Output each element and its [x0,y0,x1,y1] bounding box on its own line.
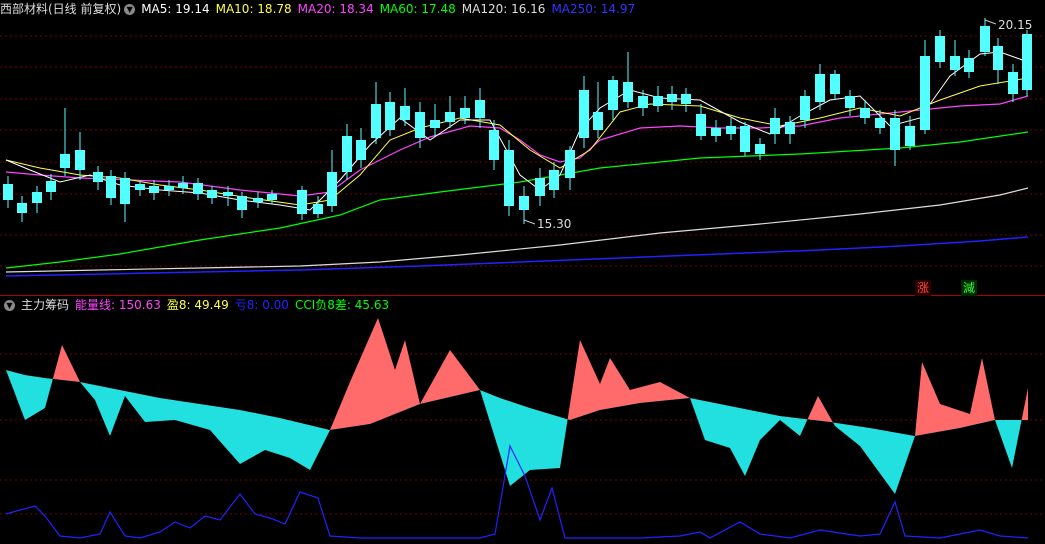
down-candle-body [135,184,145,190]
down-candle-body [593,112,603,130]
down-candle-body [905,126,915,146]
down-candle-body [385,102,395,130]
ma60-label: MA60: 17.48 [379,2,456,16]
down-candle-body [106,176,116,198]
down-candle-body [475,100,485,118]
price-panel-header: 西部材料(日线 前复权) ▼ MA5: 19.14 MA10: 18.78 MA… [0,0,641,18]
rise-tag[interactable]: 涨 [915,280,931,296]
down-candle-body [504,150,514,206]
ma250-label: MA250: 14.97 [551,2,636,16]
down-candle-body [815,74,825,102]
down-candle-body [46,181,56,192]
loss8-label: 亏8: 0.00 [234,298,289,312]
down-candle-body [623,82,633,102]
down-candle-body [223,192,233,196]
down-candle-body [60,154,70,168]
profit8-label: 盈8: 49.49 [166,298,229,312]
down-candle-body [755,144,765,154]
down-candle-body [1008,72,1018,94]
down-candle-body [327,172,337,206]
down-candle-body [579,90,589,138]
down-candle-body [549,170,559,190]
ma10-label: MA10: 18.78 [215,2,292,16]
low-price-label: 15.30 [537,217,571,231]
down-candle-body [681,94,691,104]
ma20-label: MA20: 18.34 [297,2,374,16]
down-candle-body [653,96,663,106]
down-candle-body [800,96,810,120]
down-candle-body [535,178,545,196]
down-candle-body [565,150,575,178]
down-candle-body [17,203,27,213]
stock-title[interactable]: 西部材料(日线 前复权) [0,0,121,18]
down-candle-body [920,56,930,130]
energy-line-label: 能量线: 150.63 [75,298,161,312]
down-candle-body [371,104,381,138]
down-candle-body [1022,34,1032,90]
down-candle-body [207,190,217,198]
low-price-pointer [523,219,536,225]
down-candle-body [193,183,203,194]
down-candle-body [696,114,706,136]
down-candle-body [726,126,736,134]
down-candle-body [3,184,13,200]
down-candle-body [164,186,174,190]
down-candle-body [935,36,945,62]
down-candle-body [860,108,870,118]
ma10-line [5,77,1029,206]
indicator-title[interactable]: 主力筹码 [21,296,69,314]
stock-chart-window: 20.15 15.30 西部材料(日线 前复权) ▼ MA5: 19.14 MA1… [0,0,1045,544]
down-candle-body [445,112,455,122]
down-candle-body [237,196,247,210]
ma5-label: MA5: 19.14 [141,2,210,16]
down-candle-body [608,80,618,110]
down-candle-body [400,106,410,120]
down-candle-body [356,140,366,160]
down-candle-body [964,58,974,72]
down-candle-body [253,198,263,202]
down-candle-body [178,183,188,188]
fall-tag[interactable]: 減 [961,280,977,296]
down-candle-body [75,150,85,170]
down-candle-body [830,74,840,94]
down-candle-body [980,26,990,52]
down-candle-body [93,172,103,182]
down-candle-body [415,112,425,138]
ma120-label: MA120: 16.16 [461,2,546,16]
energy-negative-area [6,370,1028,494]
down-candle-body [711,128,721,136]
down-candle-body [297,190,307,214]
down-candle-body [460,108,470,118]
ma120-line [5,187,1029,273]
down-candle-body [149,186,159,193]
cci-label: CCI负8差: 45.63 [294,298,390,312]
high-price-label: 20.15 [998,18,1032,32]
down-candle-body [950,56,960,70]
down-candle-body [993,46,1003,70]
down-candle-body [875,118,885,128]
indicator-panel-header: ▼ 主力筹码 能量线: 150.63 盈8: 49.49 亏8: 0.00 CC… [0,296,395,314]
down-candle-body [342,136,352,172]
down-candle-body [32,192,42,203]
high-price-pointer [984,19,997,25]
down-candle-body [267,194,277,200]
down-candle-body [638,96,648,108]
down-candle-body [890,118,900,150]
chart-canvas[interactable]: 20.15 15.30 [0,0,1045,544]
down-candle-body [785,122,795,134]
down-candle-body [667,94,677,102]
ma5-line [5,51,1029,211]
down-candle-body [519,196,529,210]
down-candle-body [770,118,780,134]
down-candle-body [430,120,440,128]
down-candle-body [740,126,750,152]
down-candle-body [120,178,130,204]
ma250-line [5,236,1029,277]
dropdown-arrow-icon[interactable]: ▼ [124,3,136,15]
dropdown-arrow-icon[interactable]: ▼ [4,299,15,311]
down-candle-body [845,96,855,108]
down-candle-body [489,130,499,160]
down-candle-body [313,204,323,214]
